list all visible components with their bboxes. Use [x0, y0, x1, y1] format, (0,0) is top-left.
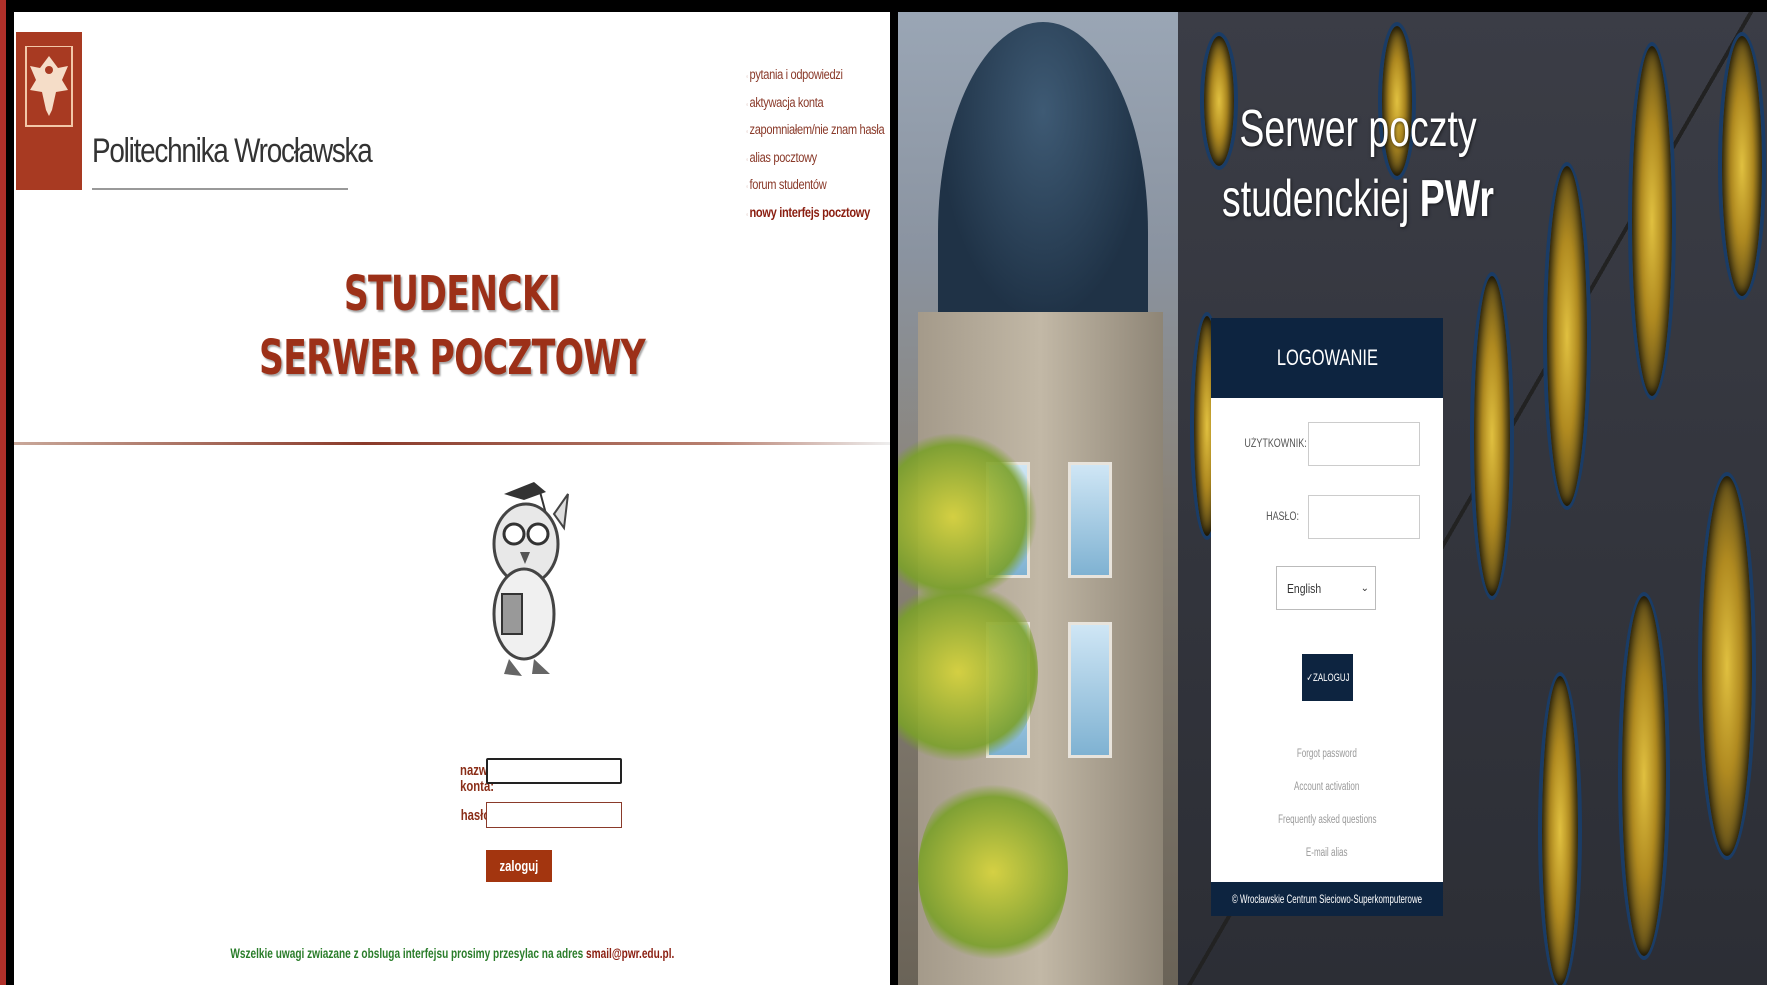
link-faq[interactable]: pytania i odpowiedzi	[746, 62, 884, 90]
login-button[interactable]: zaloguj	[486, 850, 552, 882]
footer-note-text: Wszelkie uwagi zwiazane z obsluga interf…	[230, 945, 586, 961]
round-window	[1718, 32, 1766, 300]
language-selected: English	[1287, 580, 1322, 596]
chevron-down-icon: ⌄	[1360, 582, 1369, 594]
title-line1: Serwer poczty	[1239, 100, 1477, 158]
username-label: nazwa konta:	[460, 763, 494, 795]
link-student-forum[interactable]: forum studentów	[746, 172, 884, 200]
username-input[interactable]	[486, 758, 622, 784]
left-edge-border	[0, 0, 6, 985]
mail-server-title: Serwer poczty studenckiej PWr	[1221, 94, 1495, 234]
support-email-link[interactable]: smail@pwr.edu.pl.	[586, 945, 674, 961]
building-photo	[898, 12, 1178, 985]
new-login-page: Serwer poczty studenckiej PWr LOGOWANIE …	[898, 12, 1767, 985]
link-forgot-password[interactable]: zapomniałem/nie znam hasła	[746, 117, 884, 145]
round-window	[1470, 272, 1514, 600]
user-input[interactable]	[1308, 422, 1420, 466]
login-heading: LOGOWANIE	[1276, 345, 1378, 370]
language-select[interactable]: English ⌄	[1276, 566, 1376, 610]
forgot-password-text: Forgot password	[1297, 748, 1357, 760]
university-underline	[92, 188, 348, 190]
page-title-line1: STUDENCKI	[343, 266, 561, 322]
copyright-text: © Wrocławskie Centrum Sieciowo-Superkomp…	[1231, 892, 1423, 906]
title-line2: studenckiej PWr	[1221, 164, 1495, 234]
email-alias-link[interactable]: E-mail alias	[1211, 847, 1443, 859]
link-new-interface[interactable]: nowy interfejs pocztowy	[746, 200, 884, 228]
login-card: LOGOWANIE UŻYTKOWNIK: HASŁO: English ⌄ ✓…	[1211, 318, 1443, 916]
password-input[interactable]	[486, 802, 622, 828]
window	[1068, 622, 1112, 758]
window	[1068, 462, 1112, 578]
pwr-logo	[16, 32, 82, 190]
university-name: Politechnika Wrocławska	[92, 132, 373, 170]
eagle-shield-icon	[25, 46, 73, 127]
login-card-header: LOGOWANIE	[1211, 318, 1443, 398]
footer-note: Wszelkie uwagi zwiazane z obsluga interf…	[14, 945, 890, 961]
round-window	[1538, 672, 1582, 985]
user-label: UŻYTKOWNIK:	[1244, 438, 1307, 450]
faq-link[interactable]: Frequently asked questions	[1211, 814, 1443, 826]
round-window	[1698, 472, 1756, 860]
round-window	[1543, 162, 1591, 510]
link-mail-alias[interactable]: alias pocztowy	[746, 145, 884, 173]
zaloguj-button[interactable]: ✓ZALOGUJ	[1302, 654, 1353, 701]
section-divider	[14, 442, 890, 445]
card-footer: © Wrocławskie Centrum Sieciowo-Superkomp…	[1211, 882, 1443, 916]
pass-label: HASŁO:	[1266, 511, 1299, 523]
link-account-activation[interactable]: aktywacja konta	[746, 90, 884, 118]
zaloguj-label: ✓ZALOGUJ	[1305, 672, 1350, 684]
foliage	[918, 772, 1068, 972]
faq-text: Frequently asked questions	[1277, 814, 1377, 826]
round-window	[1618, 592, 1670, 960]
title-line2-prefix: studenckiej	[1222, 170, 1420, 228]
old-login-page: Politechnika Wrocławska pytania i odpowi…	[14, 12, 890, 985]
title-line2-bold: PWr	[1419, 170, 1494, 228]
account-activation-link[interactable]: Account activation	[1211, 781, 1443, 793]
dome-roof	[938, 22, 1148, 322]
password-label: hasło:	[460, 808, 494, 824]
round-window	[1628, 42, 1676, 400]
forgot-password-link[interactable]: Forgot password	[1211, 748, 1443, 760]
info-links: pytania i odpowiedzi aktywacja konta zap…	[746, 62, 890, 227]
owl-mascot-icon	[492, 482, 569, 676]
email-alias-text: E-mail alias	[1306, 847, 1348, 859]
login-button-label: zaloguj	[499, 857, 539, 875]
page-title-line2: SERWER POCZTOWY	[259, 330, 646, 386]
pass-input[interactable]	[1308, 495, 1420, 539]
account-activation-text: Account activation	[1294, 781, 1360, 793]
